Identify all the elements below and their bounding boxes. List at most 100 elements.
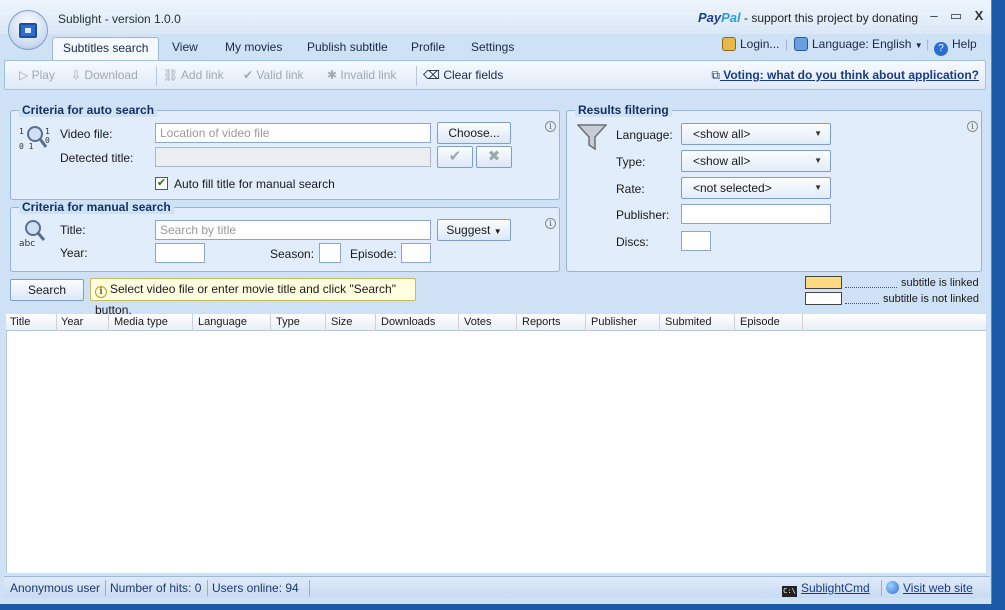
tab-my-movies[interactable]: My movies xyxy=(215,37,292,60)
type-select[interactable]: <show all> ▼ xyxy=(681,150,831,172)
users-online: Users online: 94 xyxy=(212,581,299,595)
console-icon: C:\ xyxy=(782,586,797,597)
eraser-icon: ⌫ xyxy=(423,68,440,82)
video-file-label: Video file: xyxy=(60,127,113,141)
results-filtering-panel: Results filtering i Language: <show all>… xyxy=(566,103,982,272)
help-button[interactable]: ? Help xyxy=(934,37,977,56)
linked-legend-label: subtitle is linked xyxy=(901,277,979,289)
close-button[interactable]: X xyxy=(971,8,987,23)
play-icon: ▷ xyxy=(19,68,29,82)
tab-subtitles-search[interactable]: Subtitles search xyxy=(52,37,160,60)
results-grid-body[interactable] xyxy=(6,331,986,573)
column-separator xyxy=(108,314,109,331)
tab-settings[interactable]: Settings xyxy=(461,37,524,60)
language-label: Language: xyxy=(616,128,673,142)
season-input[interactable] xyxy=(319,243,341,263)
info-icon: i xyxy=(95,286,107,298)
status-separator xyxy=(207,580,208,596)
chevron-down-icon: ▼ xyxy=(814,156,822,165)
confirm-title-button[interactable]: ✔ xyxy=(437,146,473,168)
info-icon[interactable]: i xyxy=(545,218,556,229)
info-icon[interactable]: i xyxy=(545,121,556,132)
detected-title-label: Detected title: xyxy=(60,151,134,165)
clear-fields-button[interactable]: ⌫ Clear fields xyxy=(423,68,503,82)
episode-input[interactable] xyxy=(401,243,431,263)
chevron-down-icon: ▼ xyxy=(493,227,502,236)
login-button[interactable]: Login... xyxy=(722,37,779,51)
user-icon xyxy=(722,37,736,51)
title-input[interactable]: Search by title xyxy=(155,220,431,240)
column-separator xyxy=(375,314,376,331)
menu-separator: | xyxy=(785,37,789,51)
publisher-input[interactable] xyxy=(681,204,831,224)
globe-icon xyxy=(794,37,808,51)
auto-search-title: Criteria for auto search xyxy=(19,103,158,117)
season-label: Season: xyxy=(270,247,315,261)
reject-title-button[interactable]: ✖ xyxy=(476,146,512,168)
help-icon: ? xyxy=(934,42,948,56)
column-size[interactable]: Size xyxy=(331,316,352,328)
video-file-input[interactable]: Location of video file xyxy=(155,123,431,143)
column-separator xyxy=(325,314,326,331)
type-label: Type: xyxy=(616,155,646,169)
not-linked-legend-label: subtitle is not linked xyxy=(883,293,979,305)
sublightcmd-link[interactable]: C:\ SublightCmd xyxy=(782,581,870,597)
valid-link-button[interactable]: ✔ Valid link xyxy=(243,68,304,82)
paypal-donate[interactable]: PayPal - support this project by donatin… xyxy=(698,10,918,25)
app-menu-button[interactable] xyxy=(8,10,48,50)
voting-link[interactable]: ⧉ Voting: what do you think about applic… xyxy=(711,68,979,83)
discs-input[interactable] xyxy=(681,231,711,251)
checkmark-icon: ✔ xyxy=(448,148,462,165)
search-hint: i Select video file or enter movie title … xyxy=(90,278,416,317)
column-publisher[interactable]: Publisher xyxy=(591,316,637,328)
tab-profile[interactable]: Profile xyxy=(401,37,455,60)
menu-separator: | xyxy=(926,37,930,51)
results-grid-header: Title Year Media type Language Type Size… xyxy=(6,314,986,331)
year-input[interactable] xyxy=(155,243,205,263)
play-button[interactable]: ▷ Play xyxy=(19,68,55,82)
column-votes[interactable]: Votes xyxy=(464,316,492,328)
status-separator xyxy=(105,580,106,596)
search-button[interactable]: Search xyxy=(10,279,84,301)
column-reports[interactable]: Reports xyxy=(522,316,561,328)
results-filtering-title: Results filtering xyxy=(575,103,672,117)
legend-leader xyxy=(845,287,897,288)
chevron-down-icon: ▼ xyxy=(814,129,822,138)
auto-fill-checkbox[interactable]: ✔ xyxy=(155,177,168,190)
language-menu[interactable]: Language: English ▼ xyxy=(794,37,923,51)
column-submited[interactable]: Submited xyxy=(665,316,711,328)
rate-select[interactable]: <not selected> ▼ xyxy=(681,177,831,199)
toolbar: ▷ Play ⇩ Download ⛓ Add link ✔ Valid lin… xyxy=(4,60,986,90)
year-label: Year: xyxy=(60,246,88,260)
column-media-type[interactable]: Media type xyxy=(114,316,168,328)
column-type[interactable]: Type xyxy=(276,316,300,328)
column-language[interactable]: Language xyxy=(198,316,247,328)
info-icon[interactable]: i xyxy=(967,121,978,132)
column-year[interactable]: Year xyxy=(61,316,83,328)
invalid-link-button[interactable]: ✱ Invalid link xyxy=(327,68,396,82)
add-link-icon: ⛓ xyxy=(163,68,179,82)
toolbar-separator xyxy=(156,66,157,86)
tab-publish-subtitle[interactable]: Publish subtitle xyxy=(297,37,398,60)
download-button[interactable]: ⇩ Download xyxy=(71,68,138,82)
column-separator xyxy=(56,314,57,331)
visit-website-link[interactable]: Visit web site xyxy=(886,581,973,595)
maximize-button[interactable]: ▭ xyxy=(948,8,964,24)
suggest-button[interactable]: Suggest ▼ xyxy=(437,219,511,241)
status-bar: Anonymous user Number of hits: 0 Users o… xyxy=(4,576,990,598)
add-link-button[interactable]: ⛓ Add link xyxy=(163,68,224,82)
svg-text:0 1: 0 1 xyxy=(19,142,34,151)
paypal-logo: PayPal xyxy=(698,10,741,25)
language-select[interactable]: <show all> ▼ xyxy=(681,123,831,145)
detected-title-input xyxy=(155,147,431,167)
column-downloads[interactable]: Downloads xyxy=(381,316,435,328)
desktop-edge xyxy=(993,0,1005,610)
column-episode[interactable]: Episode xyxy=(740,316,780,328)
choose-button[interactable]: Choose... xyxy=(437,122,511,144)
manual-search-title: Criteria for manual search xyxy=(19,200,174,214)
globe-icon xyxy=(886,581,899,594)
column-title[interactable]: Title xyxy=(10,316,30,328)
minimize-button[interactable]: – xyxy=(926,8,942,23)
tab-view[interactable]: View xyxy=(162,37,208,60)
column-separator xyxy=(585,314,586,331)
